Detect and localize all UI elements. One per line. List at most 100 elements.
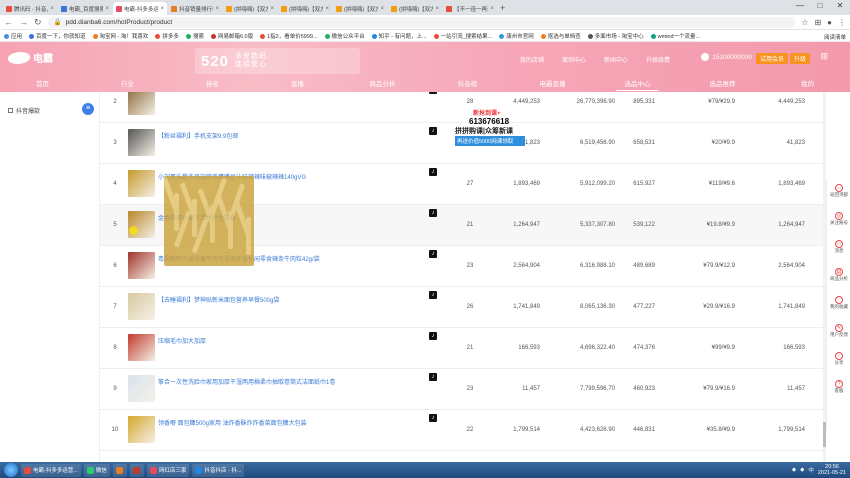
maximize-icon[interactable]: □ xyxy=(810,0,830,12)
bookmark-item[interactable]: 1指2，看单价5999... xyxy=(260,32,318,40)
sidebar-toggle-button[interactable]: ≡ xyxy=(82,103,94,115)
right-toolbar-item[interactable]: ▤ 商品分析 xyxy=(827,268,850,282)
account-phone[interactable]: 15100000000 xyxy=(701,53,752,61)
browser-tab[interactable]: 腾讯码 - 抖音，小红书一站式的× xyxy=(3,2,57,15)
back-icon[interactable]: ← xyxy=(4,17,13,27)
header-link[interactable]: 新闻中心 xyxy=(604,55,628,64)
taskbar-app-button[interactable]: 微信 xyxy=(83,463,110,477)
menu-icon[interactable]: ⋮ xyxy=(838,18,846,27)
douyin-icon[interactable]: ♪ xyxy=(429,250,437,258)
nav-menu-item[interactable]: 抖音榜 xyxy=(425,77,510,92)
browser-tab[interactable]: (拼嗨嗨)【双方同款】新款女× xyxy=(278,2,332,15)
tab-close-icon[interactable]: × xyxy=(160,6,164,12)
nav-menu-item[interactable]: 选品中心 xyxy=(595,77,680,92)
close-window-icon[interactable]: ✕ xyxy=(830,0,850,12)
browser-tab[interactable]: (拼嗨嗨)【双方同款】新款女× xyxy=(388,2,442,15)
taskbar-app-button[interactable] xyxy=(112,463,127,477)
right-toolbar-item[interactable]: ✎ 用户反馈 xyxy=(827,324,850,338)
promo-banner[interactable]: 520 多爱数码 连接爱心 xyxy=(195,48,360,74)
douyin-icon[interactable]: ♪ xyxy=(429,373,437,381)
bookmark-item[interactable]: 应用 xyxy=(4,32,22,40)
taskbar-app-button[interactable]: 电霸-抖多多运营... xyxy=(21,463,81,477)
browser-tab[interactable]: 【不一连一再连续拍到】8米饮× xyxy=(443,2,497,15)
nav-menu-item[interactable]: 行业 xyxy=(85,77,170,92)
douyin-icon[interactable]: ♪ xyxy=(429,127,437,135)
browser-tab[interactable]: 电霸_百度搜索 × xyxy=(58,2,112,15)
header-link[interactable]: 案例中心 xyxy=(562,55,586,64)
bookmark-item[interactable]: 多面市场 - 淘宝中心 xyxy=(587,32,644,40)
tab-close-icon[interactable]: × xyxy=(270,6,274,12)
taskbar-app-button[interactable]: 网红店三家 xyxy=(146,463,190,477)
nav-menu-item[interactable]: 我的 xyxy=(765,77,850,92)
bookmark-item[interactable]: 淘宝网 - 淘！我喜欢 xyxy=(92,32,148,40)
browser-tab[interactable]: (拼嗨嗨)【双方同款】新款女× xyxy=(333,2,387,15)
table-row[interactable]: 7 【去睡福利】梦神贴新米面包营养早餐500g袋 ♪ 26 1,741,849 8,065… xyxy=(100,287,824,328)
bookmark-item[interactable]: 网易邮箱6.0版 xyxy=(210,32,253,40)
tab-close-icon[interactable]: × xyxy=(50,6,54,12)
product-name-link[interactable]: 筝合一次性洗脸巾家用加厚干湿两用棉柔巾抽取卷筒式洁面纸巾1卷 xyxy=(158,377,335,386)
douyin-icon[interactable]: ♪ xyxy=(429,291,437,299)
browser-tab[interactable]: 电霸-抖多多运营成长初大数据× xyxy=(113,2,167,15)
right-toolbar-item[interactable]: ◎ 关注账号 xyxy=(827,212,850,226)
tab-close-icon[interactable]: × xyxy=(435,6,439,12)
right-toolbar-item[interactable]: ☆ 分享 xyxy=(827,352,850,366)
grid-icon[interactable]: ⊞ xyxy=(820,51,828,62)
network-icon[interactable]: ◆ xyxy=(800,467,804,473)
ime-icon[interactable]: 中 xyxy=(808,466,814,474)
right-toolbar-item[interactable]: ? 客服 xyxy=(827,380,850,394)
nav-menu-item[interactable]: 排名 xyxy=(170,77,255,92)
product-name-link[interactable]: 领香嘢 面包糠500g家用 油炸香酥炸炸香菜面包糠大包装 xyxy=(158,418,307,427)
upgrade-button[interactable]: 升级 xyxy=(789,53,810,64)
douyin-icon[interactable]: ♪ xyxy=(429,209,437,217)
sidebar-item-douyin-hot[interactable]: 抖音爆款 xyxy=(8,106,40,115)
clock[interactable]: 20:56 2021-05-21 xyxy=(818,464,846,476)
douyin-icon[interactable]: ♪ xyxy=(429,168,437,176)
table-row[interactable]: 8 压缩毛巾加大加厚 ♪ 21 166,593 4,696,322.40 474,376 ¥9… xyxy=(100,328,824,369)
nav-menu-item[interactable]: 直播 xyxy=(255,77,340,92)
star-icon[interactable]: ☆ xyxy=(801,18,808,27)
site-logo[interactable]: 电霸 xyxy=(6,50,53,65)
url-field[interactable]: 🔒 pdd.dianba6.com/hotProduct/product xyxy=(47,16,796,28)
product-thumbnail[interactable] xyxy=(128,92,155,115)
bookmark-item[interactable]: 知乎 - 有问题，上... xyxy=(371,32,427,40)
table-row[interactable]: 9 筝合一次性洗脸巾家用加厚干湿两用棉柔巾抽取卷筒式洁面纸巾1卷 ♪ 23 11,457… xyxy=(100,369,824,410)
tab-close-icon[interactable]: × xyxy=(105,6,109,12)
product-thumbnail[interactable] xyxy=(128,252,155,279)
volume-icon[interactable]: ◆ xyxy=(792,467,796,473)
product-thumbnail[interactable] xyxy=(128,416,155,443)
nav-menu-item[interactable]: 电霸直播 xyxy=(510,77,595,92)
right-toolbar-item[interactable]: ♡ 我的收藏 xyxy=(827,296,850,310)
bookmark-item[interactable]: wmind一个流量... xyxy=(650,32,700,40)
nav-menu-item[interactable]: 商品分析 xyxy=(340,77,425,92)
tab-close-icon[interactable]: × xyxy=(490,6,494,12)
product-name-link[interactable]: 压缩毛巾加大加厚 xyxy=(158,336,206,345)
douyin-icon[interactable]: ♪ xyxy=(429,332,437,340)
browser-tab[interactable]: 抖音销量排行榜 - 查询爆款商品× xyxy=(168,2,222,15)
right-toolbar-item[interactable]: ︿ 返回顶部 xyxy=(827,184,850,198)
product-name-link[interactable]: 【去睡福利】梦神贴新米面包营养早餐500g袋 xyxy=(158,295,279,304)
douyin-icon[interactable]: ♪ xyxy=(429,92,437,94)
taskbar-app-button[interactable]: 抖音抖店 - 抖... xyxy=(192,463,245,477)
header-link[interactable]: 我的店铺 xyxy=(520,55,544,64)
bookmark-item[interactable]: 百度一下，你就知道 xyxy=(29,32,86,40)
product-name-link[interactable]: 【粉丝福利】手机支架9.9包邮 xyxy=(158,131,238,140)
reload-icon[interactable]: ↻ xyxy=(34,17,42,28)
product-thumbnail[interactable] xyxy=(128,334,155,361)
tab-close-icon[interactable]: × xyxy=(325,6,329,12)
bookmark-item[interactable]: 搜索 xyxy=(185,32,204,40)
forward-icon[interactable]: → xyxy=(19,17,28,27)
product-thumbnail[interactable] xyxy=(128,375,155,402)
product-thumbnail[interactable] xyxy=(128,129,155,156)
nav-menu-item[interactable]: 首页 xyxy=(0,77,85,92)
right-toolbar-item[interactable]: ▭ 消息 xyxy=(827,240,850,254)
bookmark-item[interactable]: 康州市官网 xyxy=(499,32,534,40)
nav-menu-item[interactable]: 选品推荐 xyxy=(680,77,765,92)
profile-icon[interactable]: ● xyxy=(827,18,832,27)
bookmark-item[interactable]: 一站引流_搜索结果... xyxy=(433,32,492,40)
table-row[interactable]: 10 领香嘢 面包糠500g家用 油炸香酥炸炸香菜面包糠大包装 ♪ 22 1,799,5… xyxy=(100,410,824,451)
bookmark-item[interactable]: 拼多多 xyxy=(155,32,179,40)
start-button[interactable] xyxy=(4,463,18,477)
header-link[interactable]: 升级续费 xyxy=(646,55,670,64)
bookmark-item[interactable]: 抠选与单档查 xyxy=(540,32,581,40)
tab-close-icon[interactable]: × xyxy=(380,6,384,12)
